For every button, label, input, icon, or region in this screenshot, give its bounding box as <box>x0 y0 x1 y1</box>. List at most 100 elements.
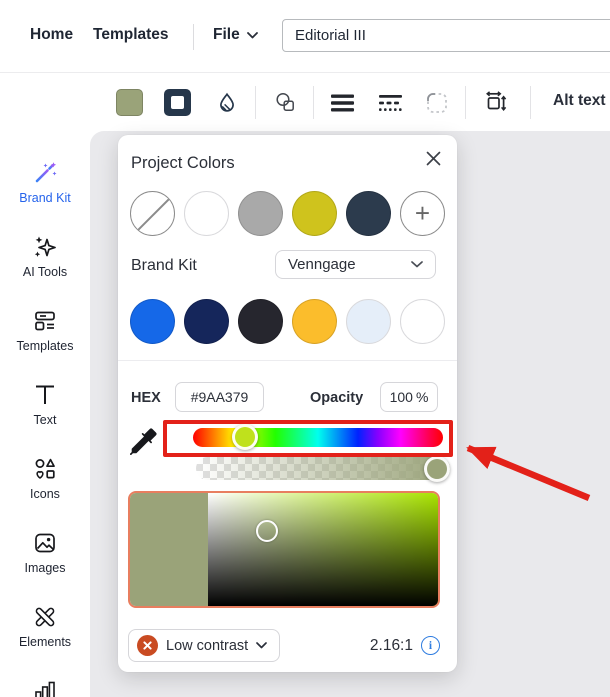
close-icon[interactable] <box>423 148 443 168</box>
toolbar-divider <box>255 86 256 119</box>
overlap-shapes-icon <box>273 90 298 115</box>
fill-color-swatch[interactable] <box>116 89 143 116</box>
swatch-yellow[interactable] <box>292 191 337 236</box>
swatch-no-color[interactable] <box>130 191 175 236</box>
alt-text-button[interactable]: Alt text <box>553 92 606 110</box>
opacity-slider-thumb[interactable] <box>424 456 450 482</box>
color-drop-button[interactable] <box>213 89 240 116</box>
sidebar-item-label: Templates <box>17 338 74 354</box>
layout-icon <box>32 308 58 334</box>
toolbar-divider <box>313 86 314 119</box>
image-icon <box>32 530 58 556</box>
sidebar-item-label: Elements <box>19 634 71 650</box>
toolbar-divider <box>465 86 466 119</box>
brand-swatch-navy[interactable] <box>184 299 229 344</box>
sidebar-item-label: Brand Kit <box>19 190 70 206</box>
border-color-swatch[interactable] <box>164 89 191 116</box>
resize-button[interactable] <box>483 89 510 116</box>
project-colors-panel: Project Colors + Brand Kit Venngage HEX <box>118 135 457 672</box>
brand-swatch-blue[interactable] <box>130 299 175 344</box>
panel-title: Project Colors <box>131 154 235 173</box>
contrast-ratio: 2.16:1 <box>370 637 413 655</box>
opacity-slider[interactable] <box>196 457 450 480</box>
brand-kit-dropdown[interactable]: Venngage <box>275 250 436 279</box>
sidebar-item-elements[interactable]: Elements <box>0 600 90 662</box>
info-icon[interactable]: i <box>421 636 440 655</box>
toolbar-divider <box>530 86 531 119</box>
sidebar-item-label: Images <box>25 560 66 576</box>
magic-wand-icon <box>32 160 58 186</box>
chevron-down-icon <box>411 261 423 268</box>
bar-chart-icon <box>32 678 58 697</box>
sparkles-icon <box>32 234 58 260</box>
nav-templates[interactable]: Templates <box>93 26 169 44</box>
error-x-icon <box>137 635 158 656</box>
sidebar-item-brand-kit[interactable]: Brand Kit <box>0 156 90 218</box>
corner-radius-icon <box>424 90 450 116</box>
sidebar-item-images[interactable]: Images <box>0 526 90 588</box>
hue-slider-thumb[interactable] <box>232 424 258 450</box>
saturation-picker <box>128 491 440 608</box>
swatch-navy[interactable] <box>346 191 391 236</box>
opacity-value: 100 <box>390 389 413 405</box>
eyedropper-icon <box>130 428 157 455</box>
border-swatch-inner <box>171 96 184 109</box>
border-weight-button[interactable] <box>329 89 356 116</box>
chevron-down-icon <box>256 642 267 649</box>
droplet-icon <box>215 91 239 115</box>
format-toolbar: Alt text <box>0 74 610 131</box>
project-colors-row: + <box>130 191 445 237</box>
sidebar-item-label: Icons <box>30 486 60 502</box>
contrast-row: Low contrast 2.16:1 i <box>128 629 443 662</box>
resize-icon <box>484 90 510 116</box>
brand-colors-row <box>130 299 445 345</box>
brand-swatch-black[interactable] <box>238 299 283 344</box>
eyedropper-button[interactable] <box>127 425 159 457</box>
opacity-input[interactable]: 100 % <box>380 382 438 412</box>
shapes-icon <box>32 456 58 482</box>
left-sidebar: Brand Kit AI Tools Templates Text Icons … <box>0 74 90 697</box>
current-color-preview[interactable] <box>130 493 208 606</box>
shapes-overlap-button[interactable] <box>272 89 299 116</box>
venngage-editor: { "navbar": { "home_label": "Home", "tem… <box>0 0 610 697</box>
sidebar-item-charts[interactable] <box>0 674 90 697</box>
file-menu-label: File <box>213 26 240 44</box>
contrast-status-label: Low contrast <box>166 638 248 654</box>
swatch-white[interactable] <box>184 191 229 236</box>
border-style-button[interactable] <box>377 89 404 116</box>
sidebar-item-label: Text <box>34 412 57 428</box>
hue-slider[interactable] <box>193 428 443 447</box>
sidebar-item-ai-tools[interactable]: AI Tools <box>0 230 90 292</box>
brand-kit-label: Brand Kit <box>131 257 197 275</box>
sidebar-item-icons[interactable]: Icons <box>0 452 90 514</box>
sidebar-item-text[interactable]: Text <box>0 378 90 440</box>
brand-kit-selected: Venngage <box>288 256 356 273</box>
saturation-cursor[interactable] <box>256 520 278 542</box>
document-title-input[interactable] <box>282 19 610 52</box>
swatch-gray[interactable] <box>238 191 283 236</box>
corner-radius-button[interactable] <box>423 89 450 116</box>
brand-swatch-amber[interactable] <box>292 299 337 344</box>
crossed-tools-icon <box>32 604 58 630</box>
top-navbar: Home Templates File <box>0 0 610 73</box>
plus-icon: + <box>415 198 430 229</box>
file-menu[interactable]: File <box>213 26 258 44</box>
panel-divider <box>118 360 457 361</box>
hex-label: HEX <box>131 390 161 406</box>
sidebar-item-templates[interactable]: Templates <box>0 304 90 366</box>
brand-swatch-paleblue[interactable] <box>346 299 391 344</box>
opacity-unit: % <box>416 389 428 405</box>
opacity-slider-gradient <box>196 457 450 480</box>
sidebar-item-label: AI Tools <box>23 264 67 280</box>
saturation-gradient[interactable] <box>208 493 438 606</box>
border-weight-icon <box>330 92 355 114</box>
text-icon <box>32 382 58 408</box>
opacity-label: Opacity <box>310 390 363 406</box>
add-color-button[interactable]: + <box>400 191 445 236</box>
nav-home[interactable]: Home <box>30 26 73 44</box>
nav-divider <box>193 24 194 50</box>
hex-input[interactable] <box>175 382 264 412</box>
contrast-status-button[interactable]: Low contrast <box>128 629 280 662</box>
brand-swatch-white[interactable] <box>400 299 445 344</box>
chevron-down-icon <box>247 32 258 39</box>
